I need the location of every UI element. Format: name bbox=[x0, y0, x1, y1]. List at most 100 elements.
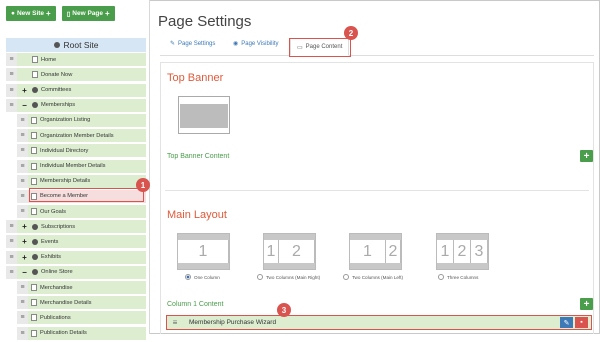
drag-handle-icon[interactable]: ≡ bbox=[6, 250, 17, 264]
file-icon bbox=[31, 147, 37, 155]
drag-handle-icon[interactable]: ≡ bbox=[6, 83, 17, 97]
tree-item[interactable]: ≡ Our Goals bbox=[17, 205, 146, 219]
tree-item[interactable]: ≡ Publication Details bbox=[17, 326, 146, 340]
edit-icon: ✎ bbox=[170, 41, 176, 47]
tree-item[interactable]: ≡ Merchandise bbox=[17, 281, 146, 294]
tree-item[interactable]: ≡ Organization Listing bbox=[17, 113, 146, 127]
file-icon bbox=[31, 116, 37, 124]
tree-item-label: Home bbox=[41, 56, 57, 63]
tree-item-body[interactable]: + Events bbox=[17, 235, 146, 249]
layout-option-two-columns-main-left[interactable]: 12 Two Columns (Main Left) bbox=[343, 233, 403, 280]
tree-item-body[interactable]: Our Goals bbox=[28, 205, 146, 219]
new-site-button[interactable]: ● New Site + bbox=[6, 6, 56, 21]
site-tree-pane: ● New Site + ▯ New Page + Root Site ≡ Hom… bbox=[0, 0, 150, 340]
tree-item-body[interactable]: Home bbox=[17, 53, 146, 67]
drag-handle-icon[interactable]: ≡ bbox=[17, 159, 28, 173]
tree-item-body[interactable]: + Subscriptions bbox=[17, 220, 146, 234]
drag-handle-icon[interactable]: ≡ bbox=[167, 318, 183, 327]
tree-item-body[interactable]: + Exhibits bbox=[17, 250, 146, 264]
layout-option-one-column[interactable]: 1 One Column bbox=[177, 233, 230, 280]
layout-option-three-columns[interactable]: 123 Three Columns bbox=[436, 233, 489, 280]
delete-widget-button[interactable]: ▪ bbox=[575, 317, 588, 328]
tree-item[interactable]: ≡ − Memberships bbox=[6, 98, 146, 112]
radio-three-columns[interactable] bbox=[438, 274, 444, 280]
radio-one-column[interactable] bbox=[185, 274, 191, 280]
collapse-icon[interactable]: − bbox=[20, 101, 29, 110]
highlight-page-content-tab bbox=[289, 38, 351, 57]
root-site-node[interactable]: Root Site bbox=[6, 38, 146, 52]
drag-handle-icon[interactable]: ≡ bbox=[17, 189, 28, 203]
drag-handle-icon[interactable]: ≡ bbox=[6, 265, 17, 279]
drag-handle-icon[interactable]: ≡ bbox=[6, 53, 17, 67]
tree-item-label: Events bbox=[41, 238, 59, 245]
layout-option-two-columns-main-right[interactable]: 12 Two Columns (Main Right) bbox=[257, 233, 320, 280]
tree-item[interactable]: ≡ + Subscriptions bbox=[6, 220, 146, 234]
radio-two-columns-main-left[interactable] bbox=[343, 274, 349, 280]
expand-icon[interactable]: + bbox=[20, 222, 29, 231]
tab-page-settings[interactable]: ✎ Page Settings bbox=[170, 40, 215, 48]
tree-item-body[interactable]: Individual Directory bbox=[28, 144, 146, 158]
eye-icon: ◉ bbox=[233, 41, 239, 47]
add-column-content-button[interactable]: + bbox=[580, 298, 593, 310]
tree-item-label: Donate Now bbox=[41, 71, 73, 78]
file-icon: ▯ bbox=[66, 10, 71, 18]
drag-handle-icon[interactable]: ≡ bbox=[6, 98, 17, 112]
tree-item-body[interactable]: Donate Now bbox=[17, 68, 146, 82]
drag-handle-icon[interactable]: ≡ bbox=[17, 129, 28, 143]
tree-item[interactable]: ≡ Membership Details bbox=[17, 174, 146, 188]
drag-handle-icon[interactable]: ≡ bbox=[17, 296, 28, 310]
file-icon bbox=[31, 299, 37, 307]
collapse-icon[interactable]: − bbox=[20, 268, 29, 277]
tree-item-label: Publication Details bbox=[40, 330, 87, 337]
tree-item-label: Committees bbox=[41, 87, 72, 94]
tree-item[interactable]: ≡ + Events bbox=[6, 235, 146, 249]
drag-handle-icon[interactable]: ≡ bbox=[6, 220, 17, 234]
tree-item[interactable]: ≡ Individual Directory bbox=[17, 144, 146, 158]
tree-item-body[interactable]: Individual Member Details bbox=[28, 159, 146, 173]
tree-item[interactable]: ≡ Donate Now bbox=[6, 68, 146, 82]
tree-item-body[interactable]: Organization Listing bbox=[28, 113, 146, 127]
expand-icon[interactable]: + bbox=[20, 253, 29, 262]
drag-handle-icon[interactable]: ≡ bbox=[17, 311, 28, 325]
tree-item-body[interactable]: Merchandise Details bbox=[28, 296, 146, 310]
drag-handle-icon[interactable]: ≡ bbox=[17, 281, 28, 294]
tree-item-label: Organization Listing bbox=[40, 117, 91, 124]
expand-icon[interactable]: + bbox=[20, 237, 29, 246]
drag-handle-icon[interactable]: ≡ bbox=[17, 144, 28, 158]
tree-item-body[interactable]: Publication Details bbox=[28, 326, 146, 340]
tree-item-body[interactable]: + Committees bbox=[17, 83, 146, 97]
tree-item[interactable]: ≡ + Exhibits bbox=[6, 250, 146, 264]
new-page-button[interactable]: ▯ New Page + bbox=[61, 6, 115, 21]
tree-item-label: Exhibits bbox=[41, 254, 61, 261]
tree-item-body[interactable]: Publications bbox=[28, 311, 146, 325]
radio-two-columns-main-right[interactable] bbox=[257, 274, 263, 280]
drag-handle-icon[interactable]: ≡ bbox=[17, 174, 28, 188]
add-banner-content-button[interactable]: + bbox=[580, 150, 593, 162]
drag-handle-icon[interactable]: ≡ bbox=[6, 68, 17, 82]
tree-item[interactable]: ≡ Organization Member Details bbox=[17, 129, 146, 143]
tree-item-label: Publications bbox=[40, 314, 71, 321]
drag-handle-icon[interactable]: ≡ bbox=[17, 326, 28, 340]
tree-item[interactable]: ≡ Merchandise Details bbox=[17, 296, 146, 310]
tree-item-body[interactable]: Organization Member Details bbox=[28, 129, 146, 143]
drag-handle-icon[interactable]: ≡ bbox=[17, 113, 28, 127]
tree-item[interactable]: ≡ Individual Member Details bbox=[17, 159, 146, 173]
drag-handle-icon[interactable]: ≡ bbox=[17, 205, 28, 219]
drag-handle-icon[interactable]: ≡ bbox=[6, 235, 17, 249]
edit-widget-button[interactable]: ✎ bbox=[560, 317, 573, 328]
tree-item[interactable]: ≡ Publications bbox=[17, 311, 146, 325]
tree-item-body[interactable]: Membership Details bbox=[28, 174, 146, 188]
globe-icon bbox=[53, 42, 60, 48]
content-widget-row[interactable]: ≡ Membership Purchase Wizard ✎ ▪ bbox=[166, 315, 592, 330]
expand-icon[interactable]: + bbox=[20, 86, 29, 95]
tree-item[interactable]: ≡ + Committees bbox=[6, 83, 146, 97]
top-banner-preview[interactable] bbox=[178, 96, 230, 134]
tab-page-visibility[interactable]: ◉ Page Visibility bbox=[233, 40, 279, 48]
file-icon bbox=[31, 162, 37, 170]
tree-item-body[interactable]: Merchandise bbox=[28, 281, 146, 294]
tree-item[interactable]: ≡ − Online Store bbox=[6, 265, 146, 279]
tree-item-body[interactable]: − Memberships bbox=[17, 98, 146, 112]
plus-icon: + bbox=[583, 150, 590, 162]
tree-item-body[interactable]: − Online Store bbox=[17, 265, 146, 279]
tree-item[interactable]: ≡ Home bbox=[6, 53, 146, 67]
